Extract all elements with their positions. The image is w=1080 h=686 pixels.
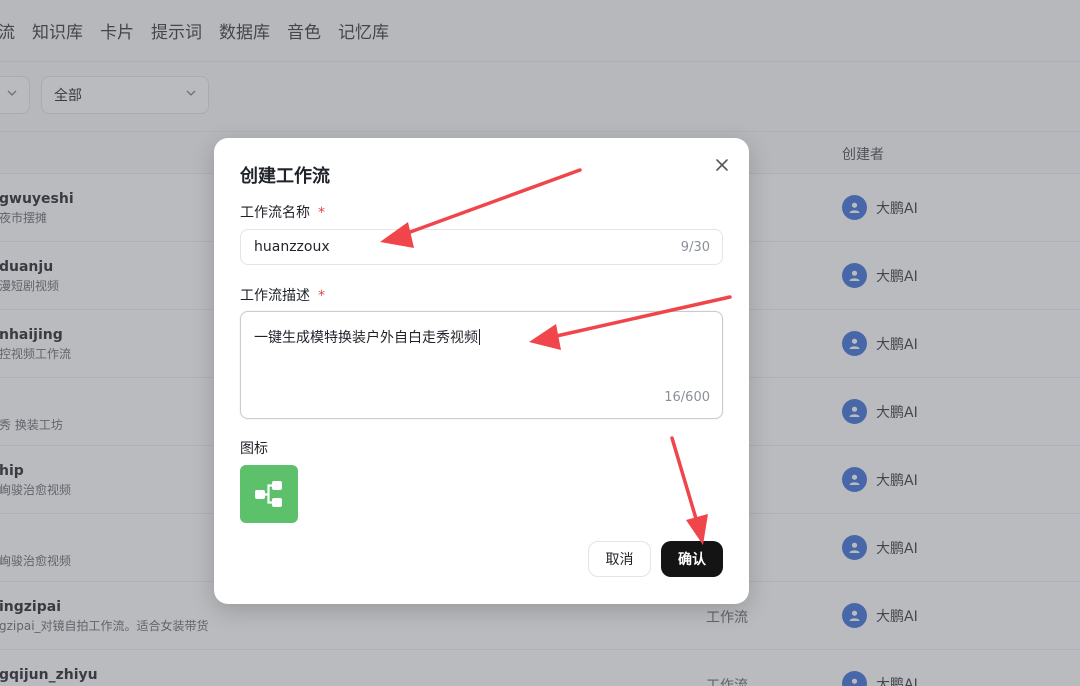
workflow-desc-textarea[interactable]: 一键生成模特换装户外自白走秀视频 16/600 bbox=[240, 311, 723, 419]
required-mark: * bbox=[318, 205, 325, 221]
workflow-name-value: huanzzoux bbox=[254, 239, 330, 255]
create-workflow-dialog: 创建工作流 工作流名称 * huanzzoux 9/30 工作流描述 * 一键生成模… bbox=[214, 138, 749, 604]
workflow-desc-char-count: 16/600 bbox=[664, 390, 710, 405]
workflow-name-char-count: 9/30 bbox=[680, 240, 710, 255]
dialog-title: 创建工作流 bbox=[240, 166, 330, 187]
workflow-name-label: 工作流名称 * bbox=[240, 202, 325, 222]
workflow-icon-picker[interactable] bbox=[240, 465, 298, 523]
workflow-desc-label: 工作流描述 * bbox=[240, 285, 325, 305]
workflow-name-input[interactable]: huanzzoux 9/30 bbox=[240, 229, 723, 265]
confirm-button[interactable]: 确认 bbox=[661, 541, 723, 577]
required-mark: * bbox=[318, 288, 325, 304]
workflow-name-label-text: 工作流名称 bbox=[240, 205, 310, 221]
text-caret bbox=[479, 329, 480, 345]
workflow-desc-label-text: 工作流描述 bbox=[240, 288, 310, 304]
workflow-nodes-icon bbox=[255, 481, 282, 507]
workflow-desc-value: 一键生成模特换装户外自白走秀视频 bbox=[254, 327, 480, 347]
close-icon[interactable] bbox=[713, 156, 731, 174]
workflow-desc-text: 一键生成模特换装户外自白走秀视频 bbox=[254, 330, 478, 346]
cancel-button[interactable]: 取消 bbox=[588, 541, 651, 577]
icon-label: 图标 bbox=[240, 441, 268, 457]
